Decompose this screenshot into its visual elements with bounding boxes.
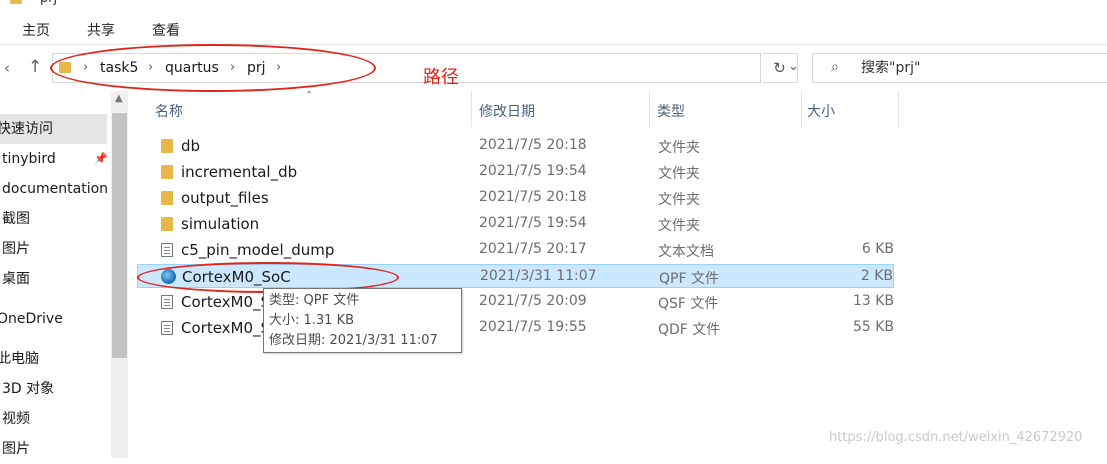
sidebar-item-3d-objects[interactable]: 3D 对象 [2,374,112,404]
file-row-db[interactable]: db 2021/7/5 20:18 文件夹 [137,134,894,158]
file-type: 文件夹 [658,140,700,156]
column-divider[interactable] [649,91,650,127]
file-size: 13 KB [852,293,894,309]
file-type: QDF 文件 [658,322,721,338]
search-input[interactable] [861,58,1101,78]
file-name: c5_pin_model_dump [181,241,335,259]
refresh-button[interactable]: ↻ [762,53,798,83]
file-row-cortexm0-qdf[interactable]: CortexM0_S 2021/7/5 19:55 QDF 文件 55 KB [137,316,894,340]
column-divider[interactable] [801,91,802,127]
sidebar-item-quick-access[interactable]: 快速访问 [0,114,107,144]
file-name: CortexM0_S [181,293,271,311]
file-name: db [181,137,201,155]
tooltip-date: 修改日期: 2021/3/31 11:07 [269,333,438,348]
tooltip-size: 大小: 1.31 KB [269,313,355,328]
tab-home[interactable]: 主页 [22,20,50,40]
file-name: output_files [181,189,269,207]
folder-icon [161,165,173,179]
file-type: 文件夹 [658,218,700,234]
file-date: 2021/7/5 20:18 [479,189,587,205]
file-type: QPF 文件 [659,271,719,287]
file-date: 2021/7/5 19:55 [479,319,587,335]
file-tooltip: 类型: QPF 文件 大小: 1.31 KB 修改日期: 2021/3/31 1… [263,288,462,353]
sidebar-item-pictures[interactable]: 图片 [2,234,112,264]
file-date: 2021/7/5 20:17 [479,241,587,257]
column-header-date[interactable]: 修改日期 [479,101,535,121]
sidebar-item-desktop[interactable]: 桌面 [2,264,112,294]
column-header-type[interactable]: 类型 [657,101,685,121]
file-name: incremental_db [181,163,298,181]
file-icon [161,295,173,309]
file-date: 2021/7/5 20:09 [479,293,587,309]
sidebar-item-videos[interactable]: 视频 [2,404,112,434]
annotation-label: 路径 [423,67,459,88]
sidebar-item-pictures-pc[interactable]: 图片 [2,434,112,464]
title-strip: prj [0,0,1107,12]
search-icon: ⌕ [831,59,839,75]
file-row-output-files[interactable]: output_files 2021/7/5 20:18 文件夹 [137,186,894,210]
text-document-icon [161,243,173,257]
sidebar-scrollbar[interactable]: ▲ [111,91,128,458]
sidebar-item-tinybird[interactable]: tinybird 📌 [2,144,112,174]
file-date: 2021/7/5 19:54 [479,163,587,179]
file-date: 2021/3/31 11:07 [480,268,597,284]
tooltip-type: 类型: QPF 文件 [269,293,360,308]
file-date: 2021/7/5 19:54 [479,215,587,231]
file-name: CortexM0_S [181,319,271,337]
file-type: 文件夹 [658,192,700,208]
file-row-simulation[interactable]: simulation 2021/7/5 19:54 文件夹 [137,212,894,236]
tab-share[interactable]: 共享 [87,20,115,40]
file-icon [161,321,173,335]
file-size: 55 KB [852,319,894,335]
file-size: 6 KB [861,241,894,257]
file-date: 2021/7/5 20:18 [479,137,587,153]
annotation-ellipse-path [50,44,376,92]
tab-view[interactable]: 查看 [152,20,180,40]
file-row-cortexm0-qsf[interactable]: CortexM0_S 2021/7/5 20:09 QSF 文件 13 KB [137,290,894,314]
sidebar-item-documentation[interactable]: documentation [2,174,110,204]
file-size: 2 KB [860,268,893,284]
file-name: simulation [181,215,260,233]
back-icon[interactable]: ‹ [4,59,10,77]
file-type: 文本文档 [658,244,714,260]
navigation-pane: 快速访问 tinybird 📌 documentation 截图 图片 桌面 O… [0,91,130,458]
file-type: 文件夹 [658,166,700,182]
sidebar-item-screenshots[interactable]: 截图 [2,204,112,234]
sidebar-item-this-pc[interactable]: 此电脑 [0,344,107,374]
sidebar-item-onedrive[interactable]: OneDrive [0,304,107,334]
pin-icon: 📌 [94,152,108,165]
window-title: prj [40,0,57,6]
scroll-up-icon[interactable]: ▲ [115,93,123,104]
sort-ascending-icon: ⌃ [305,90,314,101]
column-header-name[interactable]: 名称 [155,101,183,121]
search-box[interactable]: ⌕ [812,53,1107,83]
file-type: QSF 文件 [658,296,719,312]
column-divider[interactable] [471,91,472,127]
folder-icon [161,191,173,205]
folder-icon [10,0,22,4]
ribbon-tabs: 主页 共享 查看 [0,12,1107,45]
watermark: https://blog.csdn.net/weixin_42672920 [829,430,1083,445]
folder-icon [161,217,173,231]
sidebar-item-label: tinybird [2,151,56,167]
folder-icon [161,139,173,153]
file-row-incremental-db[interactable]: incremental_db 2021/7/5 19:54 文件夹 [137,160,894,184]
file-row-c5-pin-model-dump[interactable]: c5_pin_model_dump 2021/7/5 20:17 文本文档 6 … [137,238,894,262]
scrollbar-thumb[interactable] [112,113,127,358]
up-icon[interactable]: ↑ [28,57,42,77]
column-divider[interactable] [898,91,899,127]
column-header-size[interactable]: 大小 [807,101,835,121]
